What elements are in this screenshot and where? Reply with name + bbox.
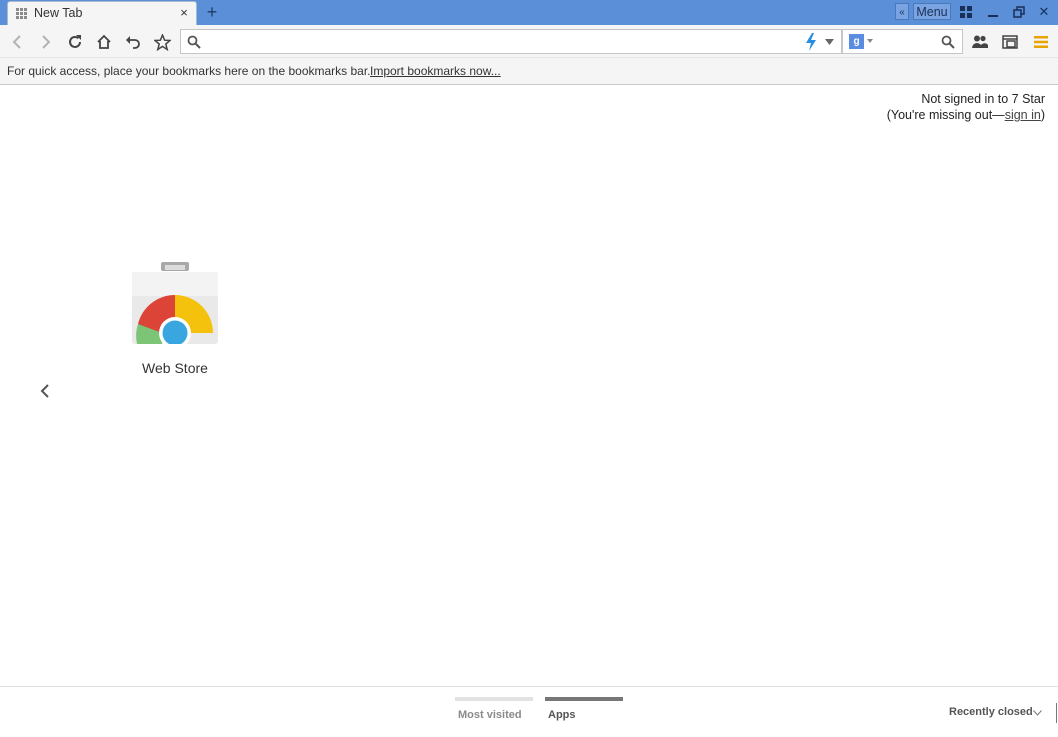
restore-icon[interactable] [1011,2,1027,22]
tab-close-icon[interactable]: × [178,6,190,20]
lightning-icon[interactable] [805,33,817,51]
engine-dropdown-icon[interactable] [867,39,873,43]
app-tile-web-store[interactable]: Web Store [125,258,225,378]
tile-windows-icon[interactable] [958,2,974,22]
divider [1056,703,1057,723]
users-icon[interactable] [970,32,990,52]
new-tab-button[interactable]: + [203,2,221,22]
ntp-footer: Most visited Apps Recently closed [0,686,1058,736]
menu-button[interactable]: Menu [913,3,951,20]
undo-close-icon[interactable] [123,32,143,52]
chrome-web-store-icon [132,262,218,344]
page-switcher-most-visited[interactable]: Most visited [455,697,533,737]
app-label: Web Store [142,360,208,376]
search-box[interactable]: g [842,29,963,54]
search-go-icon[interactable] [941,35,955,49]
import-bookmarks-link[interactable]: Import bookmarks now... [370,64,501,78]
google-icon[interactable]: g [849,34,864,49]
page-switcher-apps[interactable]: Apps [545,697,623,737]
signin-status: Not signed in to 7 Star [921,92,1045,106]
address-input[interactable] [207,33,797,51]
tab-title: New Tab [34,6,83,20]
chevron-left-icon[interactable] [38,381,52,401]
signin-link[interactable]: sign in [1005,108,1041,122]
signin-promo: Not signed in to 7 Star (You're missing … [887,91,1045,123]
tab-new-tab[interactable]: New Tab × [7,1,197,25]
collapse-icon[interactable]: « [895,3,909,20]
bookmarks-bar: For quick access, place your bookmarks h… [0,58,1058,85]
signin-note-end: ) [1040,108,1045,122]
recently-closed-menu[interactable]: Recently closed [949,706,1033,718]
window-icon[interactable] [1000,32,1020,52]
bookmarks-hint: For quick access, place your bookmarks h… [7,64,371,78]
signin-note: (You're missing out— [886,108,1005,122]
title-bar: New Tab × + « Menu ✕ [0,0,1058,25]
pager-indicator [545,697,623,701]
minimize-icon[interactable] [985,2,1001,22]
forward-icon[interactable] [36,32,56,52]
address-bar[interactable] [180,29,842,54]
back-icon[interactable] [7,32,27,52]
toolbar: g [0,25,1058,58]
search-icon [187,35,201,49]
close-window-icon[interactable]: ✕ [1036,2,1052,22]
home-icon[interactable] [94,32,114,52]
pager-label: Apps [548,709,576,721]
chevron-down-icon[interactable] [1033,710,1042,716]
reload-icon[interactable] [65,32,85,52]
apps-grid-icon [16,8,27,19]
hamburger-menu-icon[interactable] [1031,32,1051,52]
bookmark-star-icon[interactable] [152,32,172,52]
chevron-down-icon[interactable] [825,39,834,45]
pager-label: Most visited [458,709,522,721]
pager-indicator [455,697,533,701]
